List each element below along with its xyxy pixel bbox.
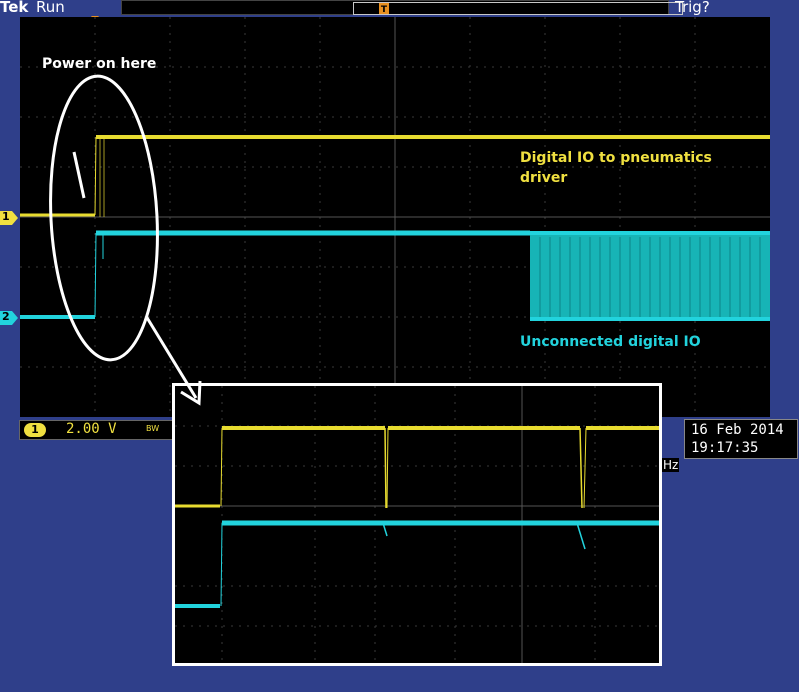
ch1-vertical-scale: 2.00 V [66, 421, 117, 437]
trigger-status-label: Trig? [675, 0, 710, 16]
date-time-display: 16 Feb 2014 19:17:35 [684, 419, 798, 459]
ch2-ground-marker[interactable]: 2 [0, 310, 18, 325]
frequency-readout-fragment: Hz [662, 458, 680, 472]
brand-label: Tek [0, 0, 29, 16]
bandwidth-limit-indicator: BW [146, 424, 160, 433]
run-state-label[interactable]: Run [36, 0, 65, 16]
ch1-marker-label: 1 [2, 210, 10, 223]
time-label: 19:17:35 [691, 440, 759, 456]
ch2-marker-label: 2 [2, 310, 10, 323]
digital-io-annotation-line2: driver [520, 170, 568, 186]
zoom-waveform [175, 386, 659, 663]
top-status-bar: Tek Run T Trig? [0, 0, 799, 16]
oscilloscope-display [20, 17, 770, 417]
unconnected-io-annotation: Unconnected digital IO [520, 334, 701, 350]
ch1-ground-marker[interactable]: 1 [0, 210, 18, 225]
record-length-bar: T [121, 0, 683, 15]
svg-text:T: T [381, 5, 388, 15]
waveform-graticule [20, 17, 770, 417]
ch1-badge: 1 [24, 423, 46, 437]
date-label: 16 Feb 2014 [691, 422, 784, 438]
record-view-window[interactable] [353, 2, 683, 15]
digital-io-annotation-line1: Digital IO to pneumatics [520, 150, 712, 166]
power-on-annotation: Power on here [42, 56, 157, 72]
channel-status-bar[interactable]: 1 2.00 V BW [19, 420, 179, 440]
trigger-point-icon: T [379, 3, 389, 15]
zoom-inset [172, 383, 662, 666]
